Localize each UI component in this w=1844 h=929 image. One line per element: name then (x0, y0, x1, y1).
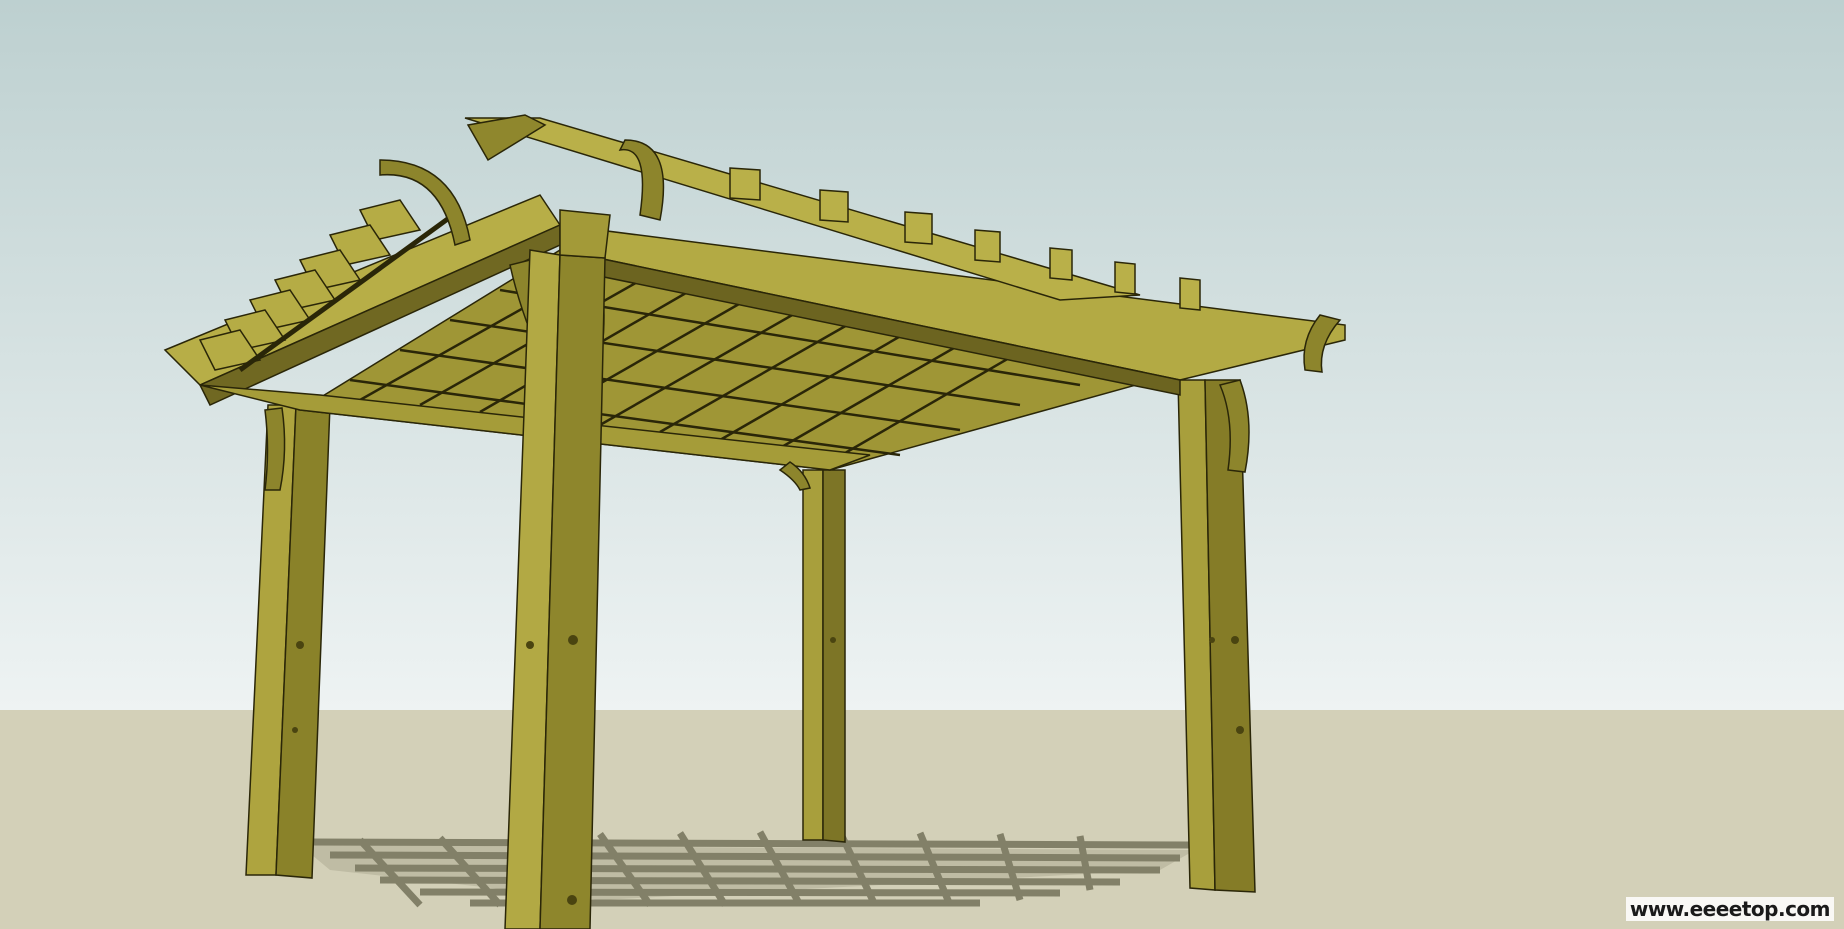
watermark-text: www.eeeetop.com (1625, 897, 1834, 921)
back-post-center (802, 469, 846, 843)
scene-canvas (0, 0, 1844, 929)
pergola-scene: www.eeeetop.com (0, 0, 1844, 929)
